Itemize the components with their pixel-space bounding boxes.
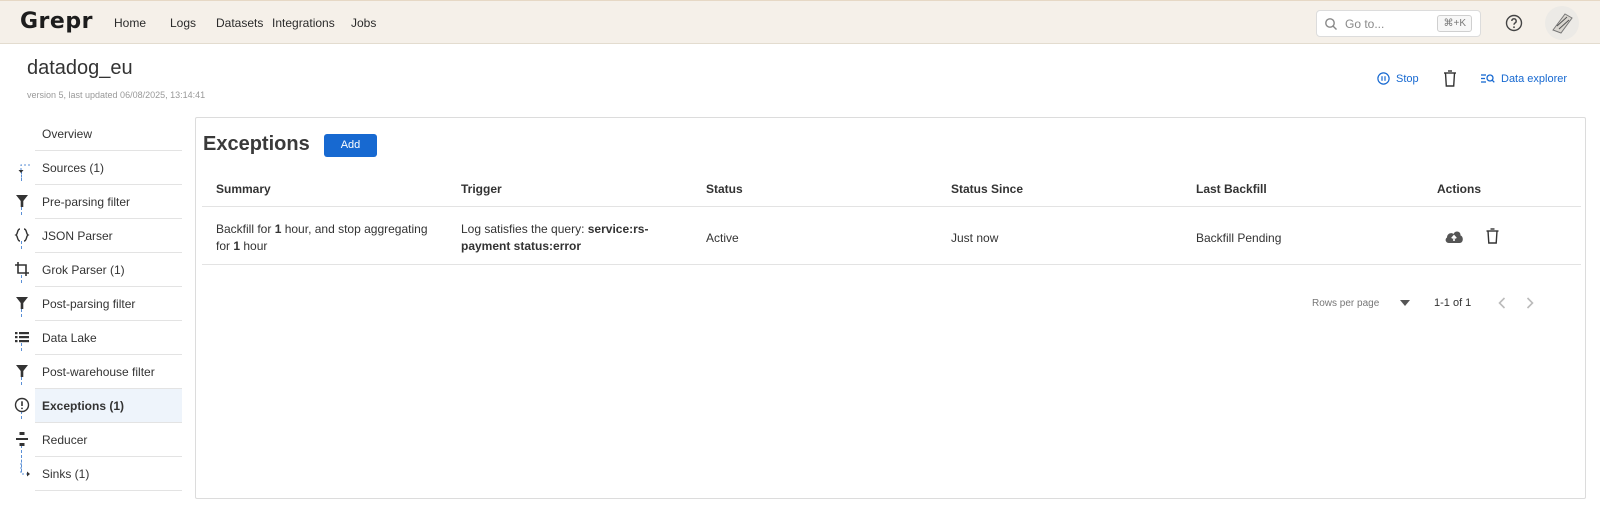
page-subtitle: version 5, last updated 06/08/2025, 13:1… [27,90,206,100]
nav-jobs[interactable]: Jobs [351,16,376,30]
filter-icon [16,365,28,377]
top-nav-bar: Grepr Home Logs Datasets Integrations Jo… [0,0,1600,44]
sidebar-item-pre-parsing-filter[interactable]: Pre-parsing filter [35,185,182,219]
sidebar-item-overview[interactable]: Overview [35,117,182,151]
sidebar-item-sources[interactable]: Sources (1) [35,151,182,185]
crop-icon [15,262,29,276]
sidebar-item-post-warehouse-filter[interactable]: Post-warehouse filter [35,355,182,389]
page-title: datadog_eu [27,57,133,79]
sidebar-item-sinks[interactable]: Sinks (1) [35,457,182,491]
cloud-upload-icon[interactable] [1444,228,1464,244]
divide-icon [16,432,28,446]
nav-integrations[interactable]: Integrations [272,16,335,30]
sidebar-item-post-parsing-filter[interactable]: Post-parsing filter [35,287,182,321]
chevron-right-icon[interactable] [1526,297,1534,309]
data-explorer-icon [1481,74,1495,83]
status-cell: Active [706,231,739,245]
sidebar-item-label: JSON Parser [42,228,113,243]
data-explorer-label: Data explorer [1501,72,1568,85]
exceptions-title: Exceptions [203,133,310,155]
chevron-left-icon[interactable] [1498,297,1506,309]
rows-per-page-dropdown-icon[interactable] [1400,300,1410,306]
nav-home[interactable]: Home [114,16,146,30]
trigger-text: Log satisfies the query: [461,222,588,236]
avatar-image [1552,13,1573,34]
sidebar-item-label: Exceptions (1) [42,398,125,413]
user-avatar[interactable] [1545,6,1579,40]
sidebar-item-data-lake[interactable]: Data Lake [35,321,182,355]
rows-per-page-label: Rows per page [1312,298,1380,309]
filter-icon [16,195,28,207]
sidebar-item-label: Grok Parser (1) [42,262,125,277]
sidebar-item-reducer[interactable]: Reducer [35,423,182,457]
delete-pipeline-icon[interactable] [1443,70,1457,87]
row-divider [202,264,1581,265]
alert-circle-icon [14,397,30,413]
braces-icon [14,228,30,242]
stop-button[interactable]: Stop [1377,72,1419,85]
sidebar-item-label: Sinks (1) [42,466,90,481]
summary-text: hour [240,239,268,253]
data-explorer-button[interactable]: Data explorer [1480,72,1567,85]
column-header-summary: Summary [216,182,271,196]
search-icon [1325,18,1337,30]
goto-search-input[interactable]: Go to... ⌘+K [1316,10,1481,37]
sidebar-item-label: Post-warehouse filter [42,364,155,379]
sidebar-item-label: Reducer [42,432,88,447]
header-divider [202,206,1581,207]
column-header-last-backfill: Last Backfill [1196,182,1267,196]
nav-logs[interactable]: Logs [170,16,196,30]
pagination-range: 1-1 of 1 [1434,297,1472,309]
add-exception-button[interactable]: Add [324,134,377,157]
sidebar-item-label: Post-parsing filter [42,296,136,311]
last-backfill-cell: Backfill Pending [1196,231,1282,245]
sidebar-item-json-parser[interactable]: JSON Parser [35,219,182,253]
status-since-cell: Just now [951,231,999,245]
shortcut-badge: ⌘+K [1437,15,1472,32]
sidebar-item-grok-parser[interactable]: Grok Parser (1) [35,253,182,287]
pause-circle-icon [1377,72,1390,85]
column-header-trigger: Trigger [461,182,502,196]
stop-label: Stop [1396,72,1419,85]
help-icon[interactable] [1505,14,1523,32]
sidebar-item-label: Data Lake [42,330,97,345]
exceptions-panel: Exceptions Add Summary Trigger Status St… [195,117,1586,499]
column-header-status-since: Status Since [951,182,1024,196]
filter-icon [16,297,28,309]
column-header-actions: Actions [1437,182,1482,196]
column-header-status: Status [706,182,743,196]
sidebar-item-label: Sources (1) [42,160,105,175]
sidebar-item-label: Overview [42,126,93,141]
grepr-logo[interactable]: Grepr [20,9,93,34]
dotted-arrow-icon [18,164,30,173]
summary-text: Backfill for [216,222,275,236]
trigger-cell: Log satisfies the query: service:rs-paym… [461,221,661,255]
delete-exception-icon[interactable] [1486,228,1499,244]
summary-cell: Backfill for 1 hour, and stop aggregatin… [216,221,436,255]
dotted-arrow-end-icon [20,463,30,477]
search-placeholder: Go to... [1345,17,1385,31]
sidebar-item-label: Pre-parsing filter [42,194,131,209]
list-icon [15,332,29,343]
nav-datasets[interactable]: Datasets [216,16,263,30]
sidebar-item-exceptions[interactable]: Exceptions (1) [35,389,182,423]
